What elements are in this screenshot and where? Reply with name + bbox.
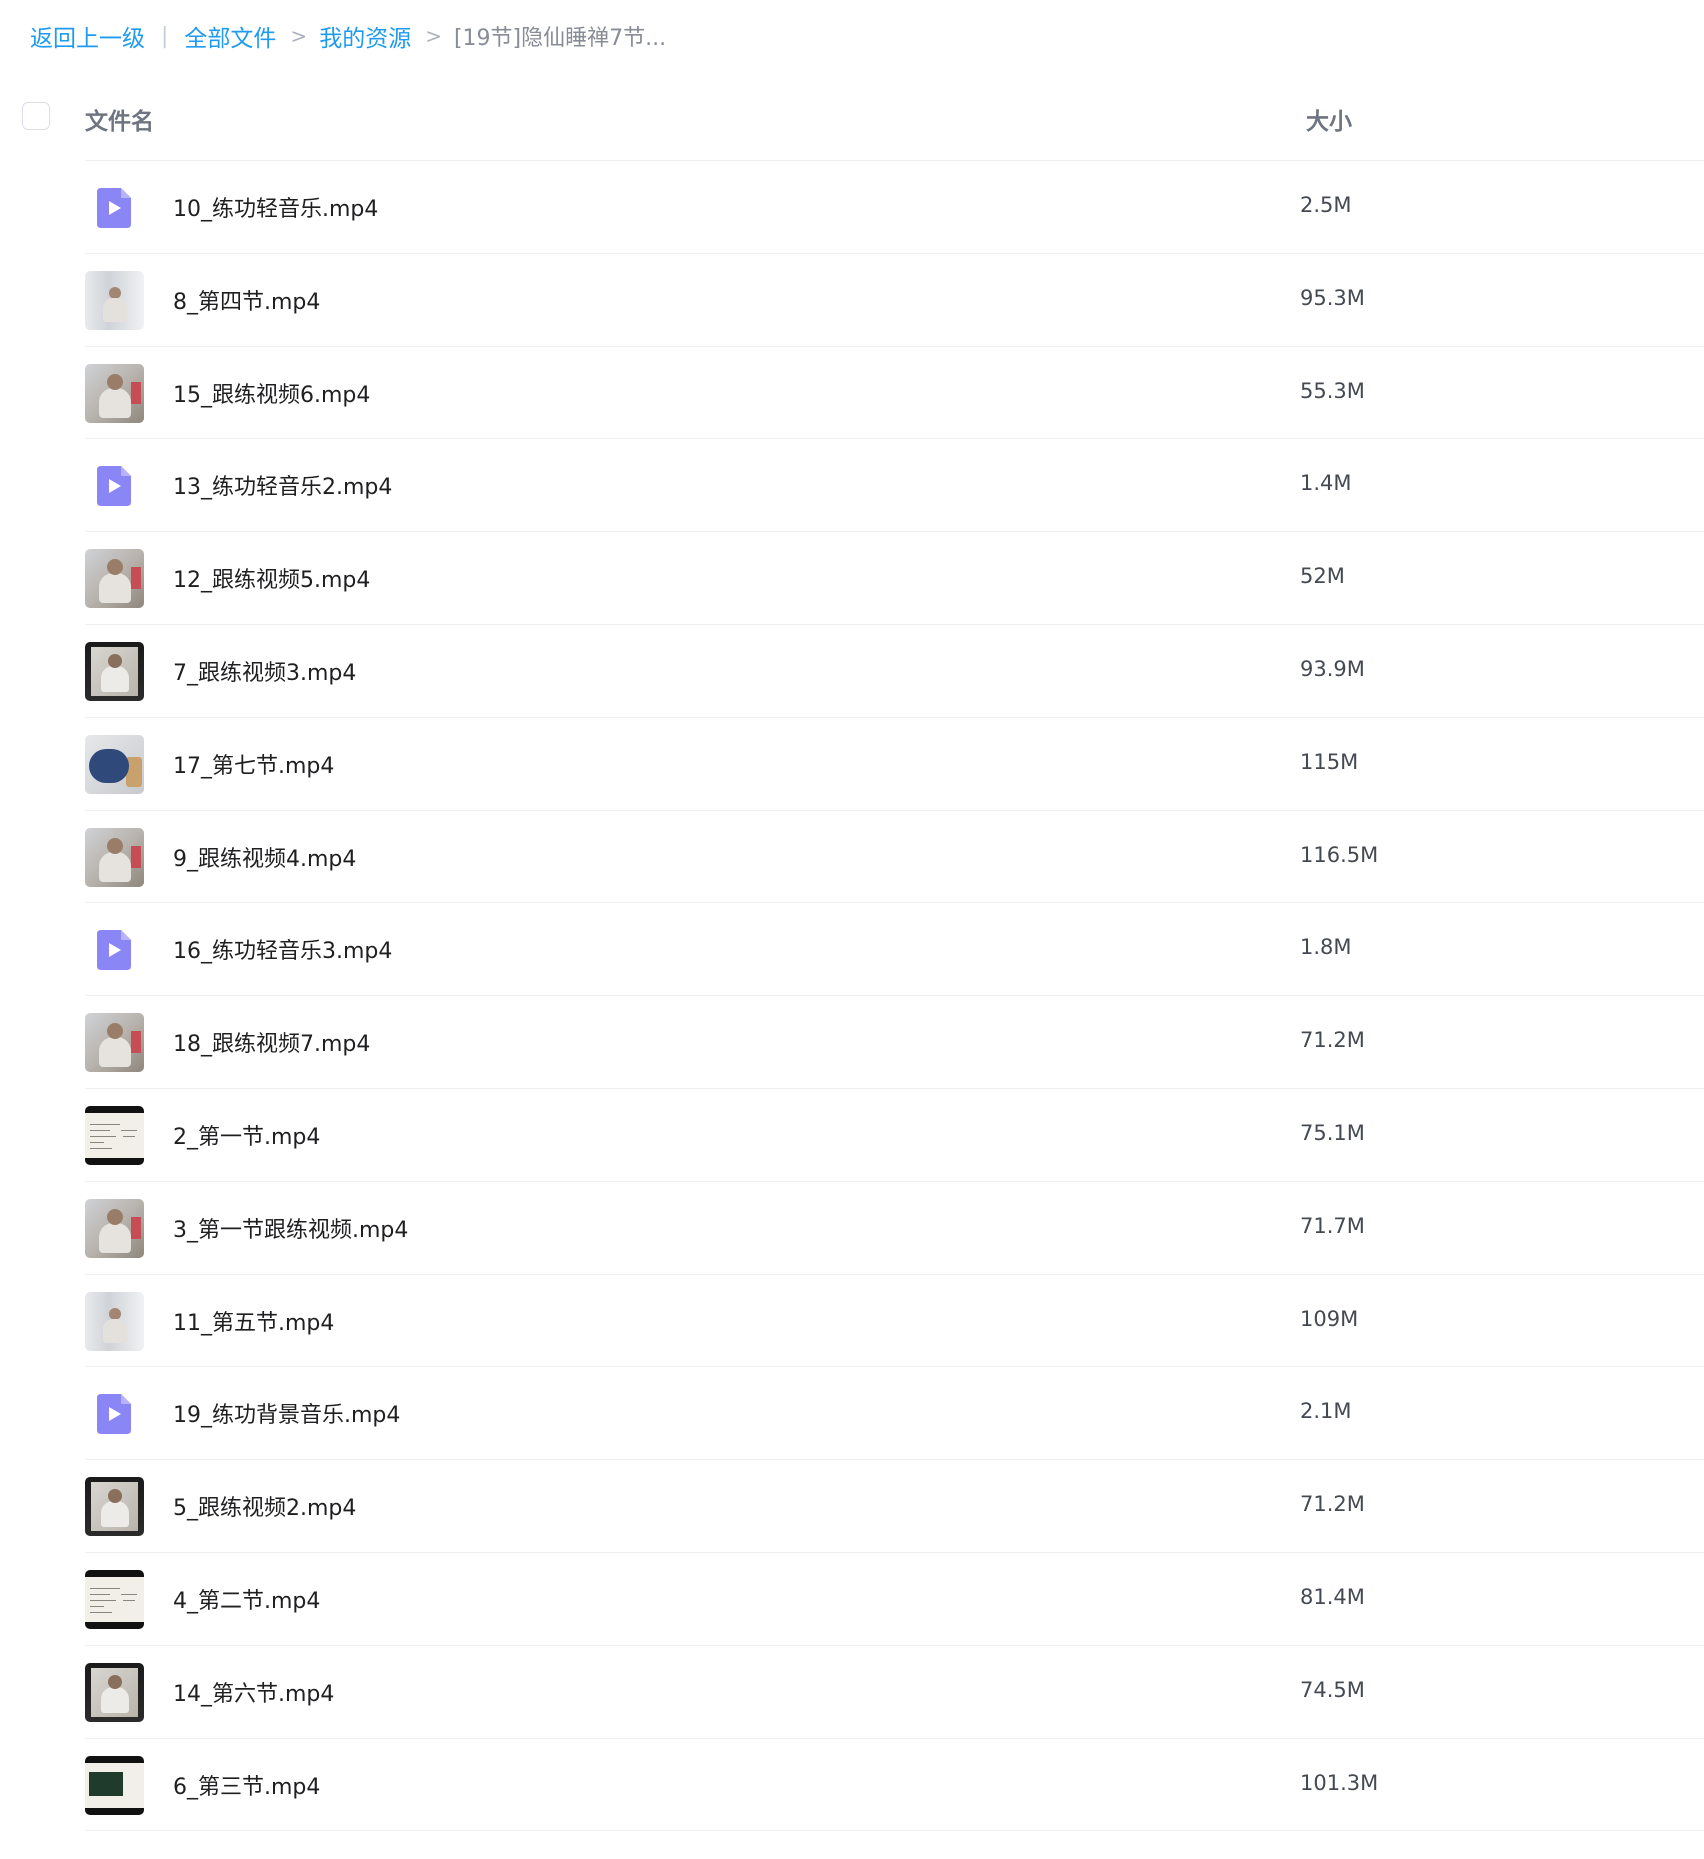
file-size: 52M bbox=[1300, 564, 1345, 589]
file-size: 116.5M bbox=[1300, 842, 1379, 867]
file-size: 75.1M bbox=[1300, 1120, 1365, 1145]
file-name[interactable]: 17_第七节.mp4 bbox=[173, 748, 334, 780]
file-size: 109M bbox=[1300, 1306, 1359, 1331]
file-row[interactable]: 14_第六节.mp4 74.5M bbox=[0, 1646, 1704, 1739]
video-file-icon bbox=[97, 188, 131, 228]
file-name[interactable]: 5_跟练视频2.mp4 bbox=[173, 1490, 356, 1522]
breadcrumb-current-folder: [19节]隐仙睡禅7节... bbox=[453, 26, 667, 51]
video-file-icon bbox=[97, 930, 131, 971]
file-row[interactable]: 6_第三节.mp4 101.3M bbox=[0, 1739, 1704, 1832]
file-name[interactable]: 9_跟练视频4.mp4 bbox=[173, 841, 356, 873]
file-size: 101.3M bbox=[1300, 1770, 1379, 1795]
video-thumbnail bbox=[85, 1198, 144, 1258]
video-thumbnail bbox=[85, 734, 144, 794]
column-header-name[interactable]: 文件名 bbox=[85, 102, 154, 136]
file-row[interactable]: 10_练功轻音乐.mp4 2.5M bbox=[0, 161, 1704, 254]
file-name[interactable]: 6_第三节.mp4 bbox=[173, 1769, 320, 1801]
breadcrumb-all-files[interactable]: 全部文件 bbox=[184, 19, 276, 53]
file-size: 81.4M bbox=[1300, 1584, 1365, 1609]
breadcrumb-divider: | bbox=[161, 23, 169, 49]
video-thumbnail bbox=[85, 1105, 144, 1165]
breadcrumb-my-resources[interactable]: 我的资源 bbox=[319, 19, 411, 53]
file-size: 115M bbox=[1300, 749, 1359, 774]
file-row[interactable]: 12_跟练视频5.mp4 52M bbox=[0, 532, 1704, 625]
file-size: 71.7M bbox=[1300, 1213, 1365, 1238]
back-link[interactable]: 返回上一级 bbox=[30, 19, 145, 53]
breadcrumb-separator: > bbox=[290, 24, 308, 48]
breadcrumb-separator: > bbox=[425, 24, 442, 48]
file-row[interactable]: 4_第二节.mp4 81.4M bbox=[0, 1553, 1704, 1646]
video-thumbnail bbox=[85, 1569, 144, 1629]
file-size: 1.4M bbox=[1300, 471, 1352, 496]
file-name[interactable]: 3_第一节跟练视频.mp4 bbox=[173, 1212, 408, 1244]
video-thumbnail bbox=[85, 270, 144, 330]
file-name[interactable]: 4_第二节.mp4 bbox=[173, 1583, 320, 1615]
video-file-icon bbox=[97, 1394, 131, 1435]
file-size: 93.9M bbox=[1300, 656, 1365, 681]
file-name[interactable]: 19_练功背景音乐.mp4 bbox=[173, 1397, 400, 1429]
file-size: 55.3M bbox=[1300, 378, 1365, 403]
file-size: 2.5M bbox=[1300, 193, 1352, 217]
file-name[interactable]: 18_跟练视频7.mp4 bbox=[173, 1026, 370, 1058]
file-row[interactable]: 13_练功轻音乐2.mp4 1.4M bbox=[0, 439, 1704, 532]
video-thumbnail bbox=[85, 1755, 144, 1815]
file-name[interactable]: 10_练功轻音乐.mp4 bbox=[173, 191, 378, 223]
file-list-header: 文件名 大小 bbox=[0, 92, 1704, 162]
column-header-size[interactable]: 大小 bbox=[1306, 102, 1352, 136]
video-thumbnail bbox=[85, 1291, 144, 1351]
file-row[interactable]: 19_练功背景音乐.mp4 2.1M bbox=[0, 1367, 1704, 1460]
file-size: 95.3M bbox=[1300, 285, 1365, 310]
file-row[interactable]: 3_第一节跟练视频.mp4 71.7M bbox=[0, 1182, 1704, 1275]
file-size: 74.5M bbox=[1300, 1677, 1365, 1702]
file-name[interactable]: 12_跟练视频5.mp4 bbox=[173, 562, 370, 594]
file-name[interactable]: 8_第四节.mp4 bbox=[173, 284, 320, 316]
file-row[interactable]: 7_跟练视频3.mp4 93.9M bbox=[0, 625, 1704, 718]
file-name[interactable]: 2_第一节.mp4 bbox=[173, 1119, 320, 1151]
file-row[interactable]: 8_第四节.mp4 95.3M bbox=[0, 254, 1704, 347]
video-thumbnail bbox=[85, 363, 144, 423]
file-size: 71.2M bbox=[1300, 1492, 1365, 1517]
file-name[interactable]: 15_跟练视频6.mp4 bbox=[173, 377, 370, 409]
file-size: 71.2M bbox=[1300, 1028, 1365, 1053]
video-thumbnail bbox=[85, 1477, 144, 1537]
file-list: 10_练功轻音乐.mp4 2.5M 8_第四节.mp4 95.3M 15_跟练视频6.m… bbox=[0, 161, 1704, 1832]
video-thumbnail bbox=[85, 827, 144, 887]
file-row[interactable]: 2_第一节.mp4 75.1M bbox=[0, 1089, 1704, 1182]
file-row[interactable]: 16_练功轻音乐3.mp4 1.8M bbox=[0, 903, 1704, 996]
select-all-checkbox[interactable] bbox=[22, 102, 50, 130]
file-row[interactable]: 18_跟练视频7.mp4 71.2M bbox=[0, 996, 1704, 1089]
video-thumbnail bbox=[85, 1662, 144, 1722]
file-name[interactable]: 7_跟练视频3.mp4 bbox=[173, 655, 356, 687]
file-row[interactable]: 11_第五节.mp4 109M bbox=[0, 1275, 1704, 1368]
file-name[interactable]: 14_第六节.mp4 bbox=[173, 1676, 334, 1708]
file-row[interactable]: 9_跟练视频4.mp4 116.5M bbox=[0, 811, 1704, 904]
video-thumbnail bbox=[85, 549, 144, 609]
file-name[interactable]: 11_第五节.mp4 bbox=[173, 1305, 334, 1337]
file-size: 1.8M bbox=[1300, 935, 1352, 960]
video-thumbnail bbox=[85, 641, 144, 701]
file-name[interactable]: 13_练功轻音乐2.mp4 bbox=[173, 469, 392, 501]
file-row[interactable]: 15_跟练视频6.mp4 55.3M bbox=[0, 347, 1704, 440]
file-row[interactable]: 5_跟练视频2.mp4 71.2M bbox=[0, 1460, 1704, 1553]
video-file-icon bbox=[97, 466, 131, 507]
file-name[interactable]: 16_练功轻音乐3.mp4 bbox=[173, 933, 392, 965]
file-row[interactable]: 17_第七节.mp4 115M bbox=[0, 718, 1704, 811]
video-thumbnail bbox=[85, 1013, 144, 1073]
breadcrumb: 返回上一级 | 全部文件 > 我的资源 > [19节]隐仙睡禅7节... bbox=[30, 18, 666, 54]
file-size: 2.1M bbox=[1300, 1399, 1352, 1424]
